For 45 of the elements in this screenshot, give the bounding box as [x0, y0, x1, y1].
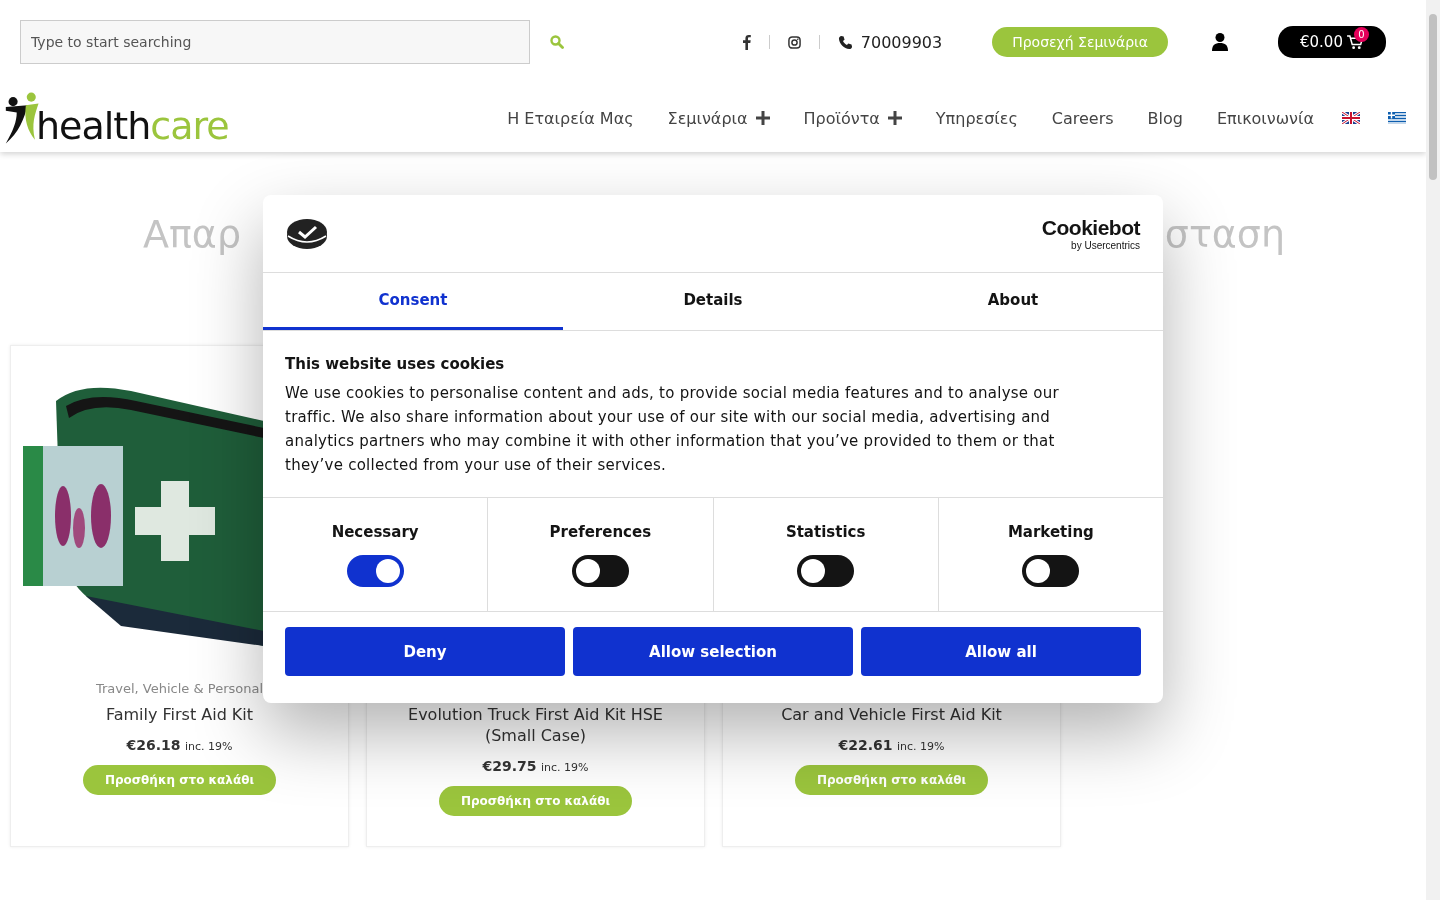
dialog-tab[interactable]: Details — [563, 273, 863, 330]
cookiebot-logo: Cookiebot by Usercentrics — [1041, 216, 1140, 251]
category-label: Marketing — [1007, 522, 1094, 541]
dialog-tab[interactable]: Consent — [263, 273, 563, 330]
consent-button[interactable]: Deny — [285, 627, 565, 676]
nav-link[interactable]: Επικοινωνία — [1216, 108, 1314, 128]
toggle-switch[interactable] — [1022, 554, 1080, 587]
scrollbar[interactable] — [1426, 0, 1440, 900]
toggle-switch[interactable] — [346, 554, 404, 587]
page-heading: Απαρ — [143, 212, 242, 258]
nav-link[interactable]: Blog — [1147, 108, 1183, 128]
category-label: Necessary — [331, 522, 419, 541]
search-field[interactable]: Type to start searching — [20, 20, 530, 64]
instagram-icon[interactable] — [787, 35, 801, 49]
category-label: Statistics — [785, 522, 866, 541]
phone-number[interactable]: 70009903 — [860, 32, 943, 52]
cookie-consent-icon — [286, 217, 328, 250]
consent-button[interactable]: Allow all — [861, 627, 1141, 676]
product-name[interactable]: Family First Aid Kit — [89, 704, 270, 725]
category-label: Preferences — [549, 522, 652, 541]
dialog-text: We use cookies to personalise content and ads, to provide social media features and to analyse our traffic. We also share information about your use of our site with our social media, advertising and analytics partners who may combine it with other information that you’ve provided to them or that they’ve collected from your use of their services. — [285, 383, 1060, 476]
phone-icon — [837, 34, 853, 50]
nav-link[interactable]: Υπηρεσίες — [935, 108, 1018, 128]
nav-link[interactable]: Προϊόντα — [803, 108, 902, 128]
product-name[interactable]: Car and Vehicle First Aid Kit — [765, 704, 1018, 725]
product-name[interactable]: Evolution Truck First Aid Kit HSE (Small Case) — [367, 704, 704, 746]
product-category[interactable]: Travel, Vehicle & Personal — [95, 681, 264, 696]
product-price: €29.75 inc. 19% — [482, 758, 589, 774]
logo-text[interactable]: healthcare — [36, 107, 229, 145]
facebook-icon[interactable] — [742, 34, 751, 50]
product-price: €26.18 inc. 19% — [126, 737, 233, 753]
greek-flag-icon[interactable] — [1388, 112, 1406, 124]
nav-link[interactable]: Careers — [1051, 108, 1114, 128]
user-icon[interactable] — [1212, 33, 1228, 51]
dialog-title: This website uses cookies — [285, 355, 506, 373]
cart-total: €0.00 — [1300, 33, 1343, 51]
dialog-tab[interactable]: About — [863, 273, 1163, 330]
consent-button[interactable]: Allow selection — [573, 627, 853, 676]
page-heading: σταση — [1164, 212, 1285, 258]
product-price: €22.61 inc. 19% — [838, 737, 945, 753]
nav-link[interactable]: Σεμινάρια — [667, 108, 770, 128]
nav-link[interactable]: Η Εταιρεία Μας — [507, 108, 634, 128]
toggle-switch[interactable] — [571, 554, 629, 587]
uk-flag-icon[interactable] — [1342, 112, 1360, 124]
toggle-switch[interactable] — [797, 554, 855, 587]
